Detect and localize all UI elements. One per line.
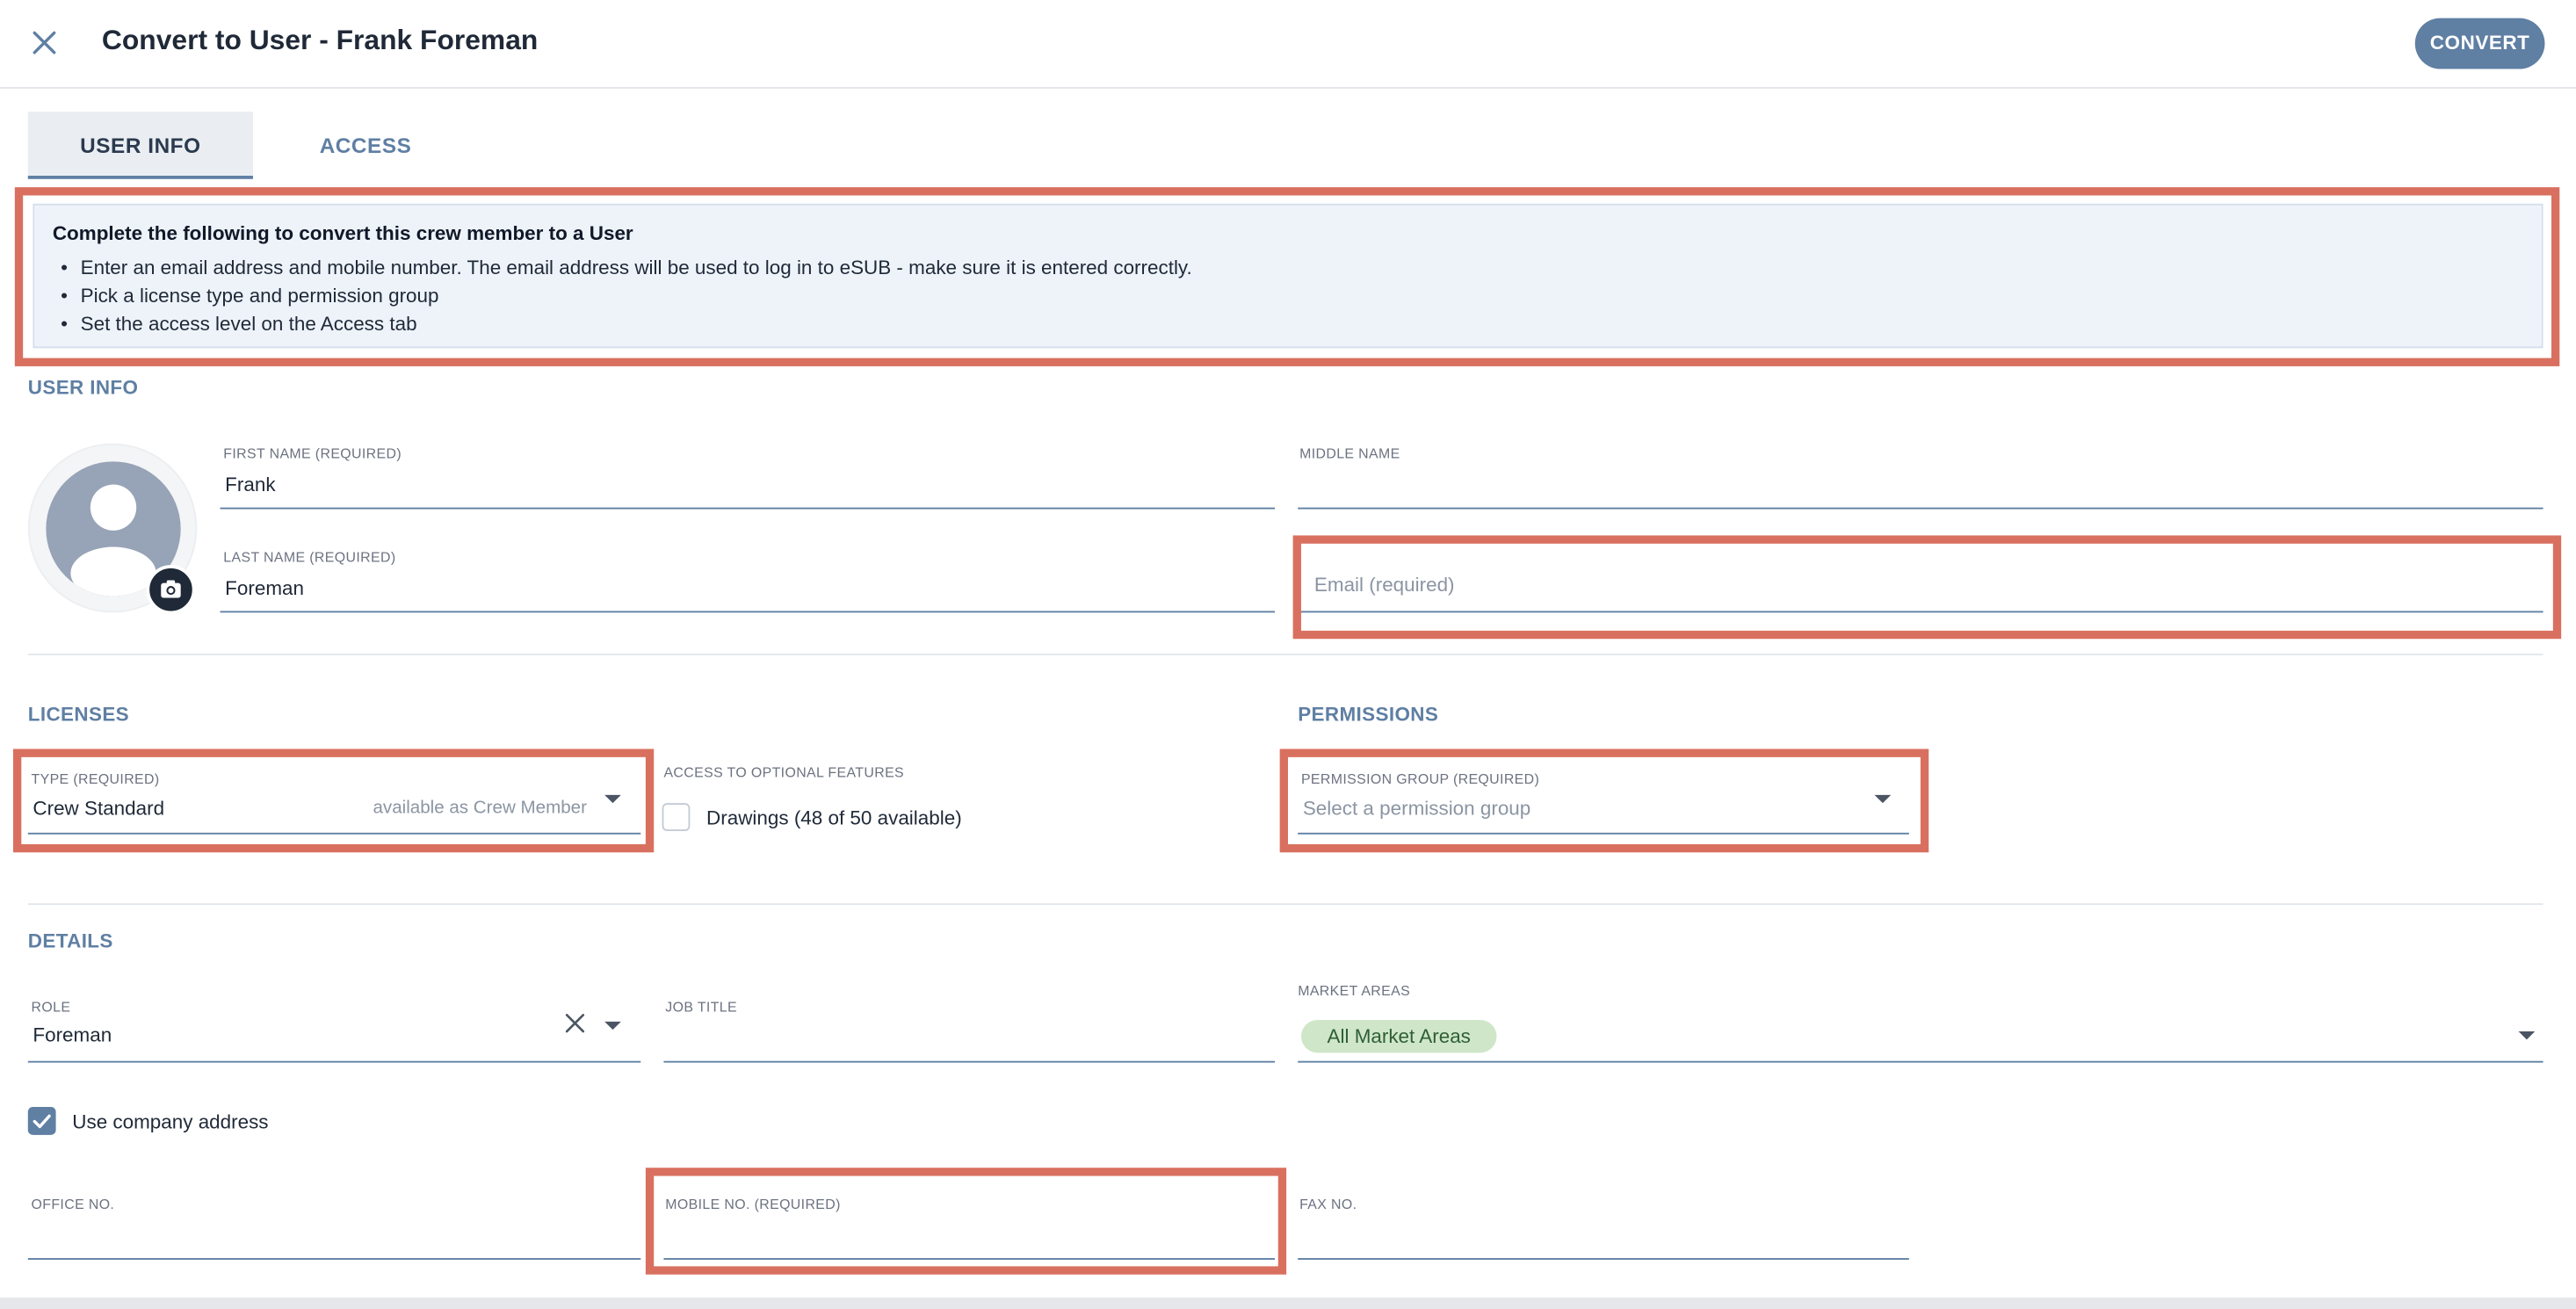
drawings-label: Drawings (48 of 50 available) xyxy=(706,806,962,830)
last-name-field[interactable]: Foreman xyxy=(221,568,1275,612)
first-name-value: Frank xyxy=(225,473,276,496)
clear-role-button[interactable] xyxy=(561,1009,590,1038)
job-title-underline xyxy=(663,1060,1276,1063)
highlight-instructions xyxy=(14,187,2560,366)
tab-user-info[interactable]: USER INFO xyxy=(27,112,253,179)
dialog-title: Convert to User - Frank Foreman xyxy=(101,25,539,56)
middle-name-field[interactable] xyxy=(1298,465,2543,509)
highlight-email xyxy=(1292,535,2562,640)
market-area-chip[interactable]: All Market Areas xyxy=(1300,1019,1497,1053)
middle-name-label: MIDDLE NAME xyxy=(1299,445,1400,462)
chevron-down-icon[interactable] xyxy=(604,1021,621,1031)
close-icon xyxy=(33,31,56,54)
convert-user-dialog: Convert to User - Frank Foreman CONVERT … xyxy=(0,0,2576,1309)
drawings-checkbox[interactable] xyxy=(662,803,691,831)
use-company-address-label: Use company address xyxy=(72,1110,269,1133)
section-title-licenses: LICENSES xyxy=(27,703,130,727)
tab-access[interactable]: ACCESS xyxy=(253,112,478,179)
section-divider xyxy=(27,903,2543,906)
fax-no-underline xyxy=(1298,1258,1909,1260)
role-select[interactable]: Foreman xyxy=(28,1015,640,1060)
convert-button[interactable]: CONVERT xyxy=(2414,18,2545,69)
use-company-address-checkbox[interactable] xyxy=(27,1107,56,1135)
office-no-label: OFFICE NO. xyxy=(31,1195,115,1212)
market-areas-label: MARKET AREAS xyxy=(1298,981,1411,999)
first-name-field[interactable]: Frank xyxy=(221,465,1275,509)
fax-no-field[interactable] xyxy=(1298,1212,1909,1258)
market-areas-underline xyxy=(1298,1060,2543,1063)
close-button[interactable] xyxy=(23,21,66,64)
first-name-underline xyxy=(220,507,1276,510)
role-label: ROLE xyxy=(31,998,71,1016)
first-name-label: FIRST NAME (REQUIRED) xyxy=(223,445,402,462)
chevron-down-icon[interactable] xyxy=(2518,1031,2536,1040)
section-title-details: DETAILS xyxy=(27,929,113,953)
last-name-value: Foreman xyxy=(225,576,304,600)
scroll-edge xyxy=(0,1297,2576,1309)
last-name-label: LAST NAME (REQUIRED) xyxy=(223,548,396,566)
job-title-label: JOB TITLE xyxy=(665,998,738,1016)
checkmark-icon xyxy=(33,1114,51,1129)
section-divider xyxy=(27,654,2543,655)
optional-features-label: ACCESS TO OPTIONAL FEATURES xyxy=(663,763,905,781)
role-underline xyxy=(27,1060,641,1063)
office-no-field[interactable] xyxy=(28,1212,640,1258)
job-title-field[interactable] xyxy=(663,1015,1275,1060)
clear-icon xyxy=(565,1014,585,1033)
header-divider xyxy=(0,87,2576,89)
last-name-underline xyxy=(220,611,1276,613)
upload-photo-button[interactable] xyxy=(146,565,196,615)
highlight-license-type xyxy=(12,749,655,853)
highlight-permission-group xyxy=(1279,749,1929,853)
office-no-underline xyxy=(27,1258,641,1260)
section-title-permissions: PERMISSIONS xyxy=(1298,703,1439,727)
section-title-user-info: USER INFO xyxy=(27,376,139,400)
camera-icon xyxy=(161,580,181,598)
role-value: Foreman xyxy=(33,1023,112,1046)
middle-name-underline xyxy=(1298,507,2543,510)
fax-no-label: FAX NO. xyxy=(1299,1195,1357,1212)
highlight-mobile-no xyxy=(645,1168,1287,1275)
